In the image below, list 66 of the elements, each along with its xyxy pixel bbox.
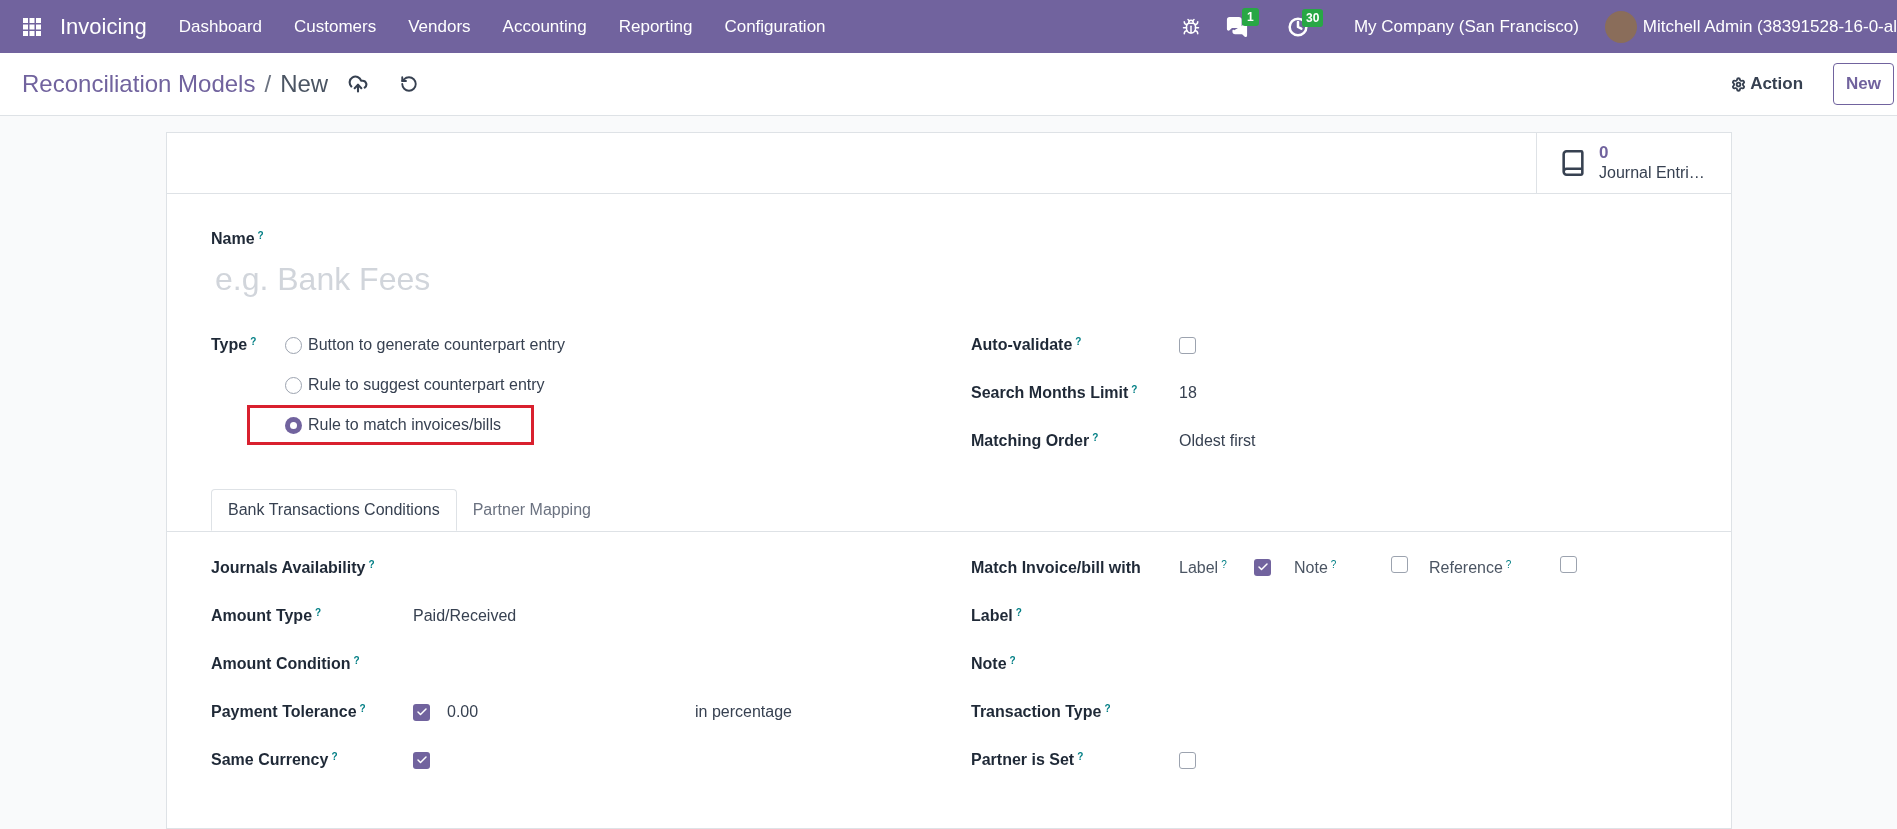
count-badge: 1 [1241,7,1259,26]
journal-entries-button[interactable]: 0 Journal Entri… [1536,133,1731,193]
field-label: Partner is Set$^{?}$ [971,750,1085,770]
company-switcher[interactable]: My Company (San Francisco) [1353,13,1579,40]
field-label: Payment Tolerance$^{?}$ [211,702,367,722]
checkbox[interactable] [1179,751,1196,769]
discard-icon[interactable] [400,75,419,93]
smart-button-count: 0 [1599,143,1609,163]
breadcrumb-current: New [280,69,329,99]
checkbox[interactable] [413,703,430,721]
action-button[interactable]: Action [1731,71,1804,97]
radio-option[interactable]: Button to generate counterpart entry [285,325,566,365]
field-label: Note$^{?}$ [971,654,1017,674]
menu-item[interactable]: Customers [278,13,393,40]
checkbox[interactable] [1391,556,1408,573]
user-menu[interactable]: Mitchell Admin (38391528-16-0-al [1642,13,1897,40]
app-name[interactable]: Invoicing [60,10,147,43]
radio-option[interactable]: Rule to match invoices/bills [285,405,501,445]
chat-icon[interactable] [1225,15,1248,38]
option-label: Label$^{?}$ [1179,558,1228,578]
tab[interactable]: Bank Transactions Conditions [211,489,457,531]
field-value[interactable]: Oldest first [1179,429,1256,453]
menu-item[interactable]: Dashboard [162,13,278,40]
check-icon [415,754,428,766]
check-icon [415,706,428,718]
option-label: Reference$^{?}$ [1429,558,1513,578]
field-label: Name$^{?}$ [211,230,264,247]
field-label: Label$^{?}$ [971,606,1023,626]
field-value[interactable]: Paid/Received [413,604,517,628]
settings-icon [1731,76,1747,92]
field-label: Transaction Type$^{?}$ [971,702,1112,722]
menu-item[interactable]: Configuration [708,13,842,40]
radio-option[interactable]: Rule to suggest counterpart entry [285,365,566,405]
apps-grid-icon[interactable] [23,17,41,36]
field-label: Matching Order$^{?}$ [971,431,1100,451]
clock-icon[interactable] [1287,16,1308,37]
field-value[interactable]: 18 [1179,381,1197,405]
book-icon [1559,149,1587,177]
checkbox[interactable] [1560,556,1577,573]
field-label: Same Currency$^{?}$ [211,750,339,770]
field-value[interactable]: 0.00 [447,700,695,724]
field-label: Type$^{?}$ [211,335,257,355]
new-button[interactable]: New [1833,63,1894,105]
menu-item[interactable]: Vendors [392,13,487,40]
save-icon[interactable] [348,74,369,94]
radio-button[interactable] [285,416,302,434]
checkbox[interactable] [1254,558,1271,576]
bug-icon[interactable] [1181,17,1200,36]
field-label: Match Invoice/bill with [971,558,1142,578]
field-label: Amount Condition$^{?}$ [211,654,361,674]
breadcrumb-link[interactable]: Reconciliation Models [22,66,256,102]
unit-text: in percentage [695,702,792,722]
menu-item[interactable]: Accounting [486,13,603,40]
count-badge: 30 [1301,8,1324,27]
checkbox[interactable] [1179,336,1196,354]
field-label: Amount Type$^{?}$ [211,606,323,626]
field-label: Journals Availability$^{?}$ [211,558,376,578]
field-label: Search Months Limit$^{?}$ [971,383,1139,403]
field-label: Auto-validate$^{?}$ [971,335,1083,355]
option-label: Note$^{?}$ [1294,558,1338,578]
check-icon [1256,561,1269,573]
smart-button-label: Journal Entri… [1599,163,1705,183]
menu-item[interactable]: Reporting [602,13,709,40]
tab[interactable]: Partner Mapping [456,489,607,531]
checkbox[interactable] [413,751,430,769]
breadcrumb-separator: / [264,69,272,99]
